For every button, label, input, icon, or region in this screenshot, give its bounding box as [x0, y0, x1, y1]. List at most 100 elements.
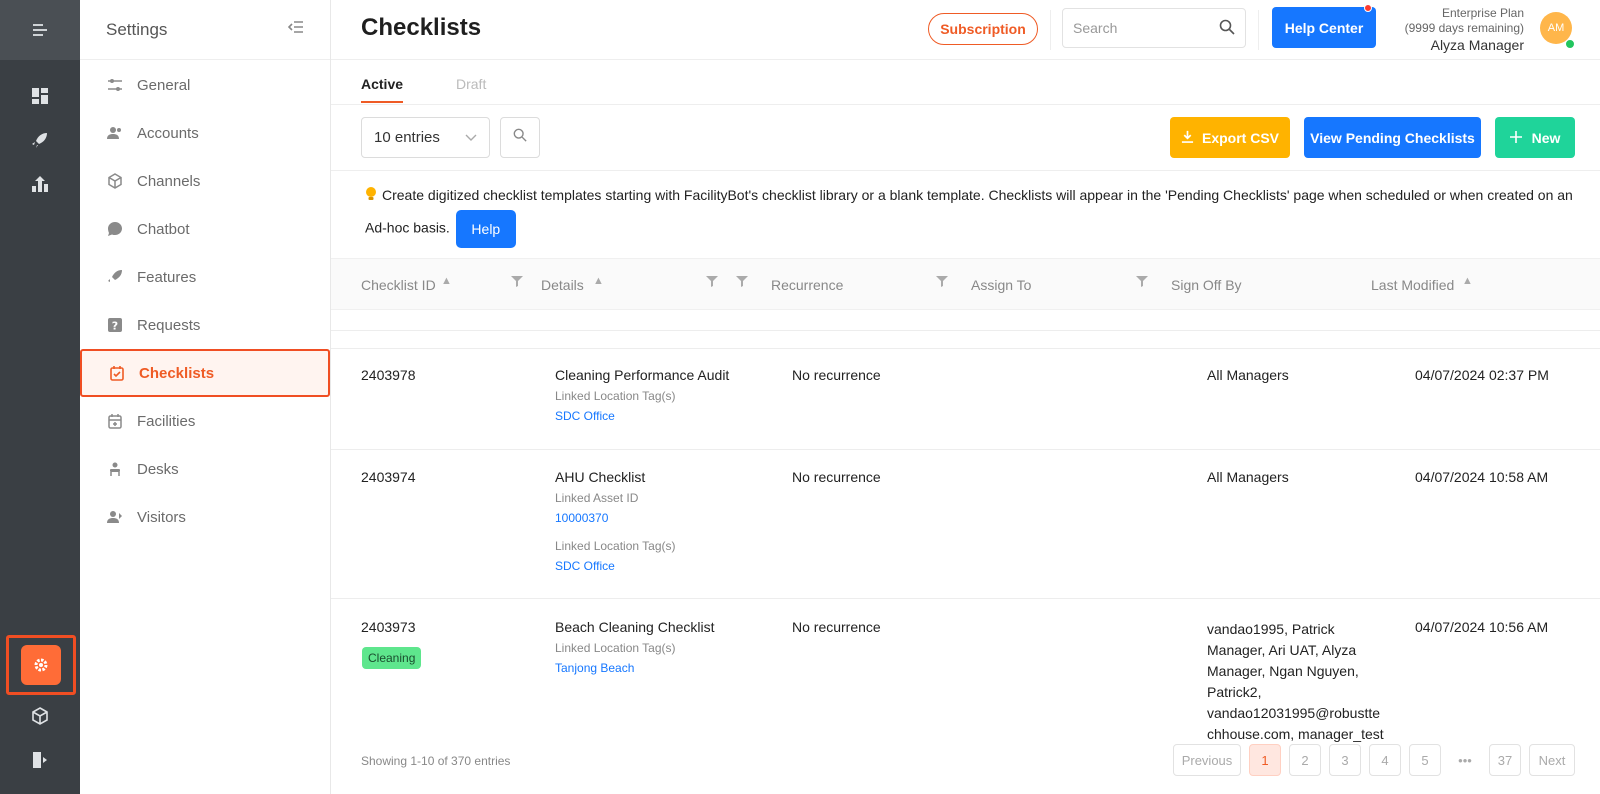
sort-icon[interactable]: ▲	[593, 275, 604, 287]
checklist-icon	[106, 364, 128, 382]
checklist-name[interactable]: Cleaning Performance Audit	[555, 367, 729, 383]
plus-icon	[1509, 130, 1522, 146]
last-modified: 04/07/2024 10:58 AM	[1415, 469, 1549, 485]
next-page-button[interactable]: Next	[1529, 744, 1575, 776]
linked-location-link[interactable]: SDC Office	[555, 409, 615, 423]
sidebar-item-label: Chatbot	[137, 220, 190, 238]
question-icon: ?	[104, 316, 126, 334]
page-2-button[interactable]: 2	[1289, 744, 1321, 776]
plan-name: Enterprise Plan	[1441, 6, 1524, 20]
sidebar-item-visitors[interactable]: Visitors	[80, 493, 331, 541]
tab-active[interactable]: Active	[361, 76, 404, 103]
sort-icon[interactable]: ▲	[441, 275, 452, 287]
sidebar-item-label: General	[137, 76, 191, 94]
cube-icon	[104, 172, 126, 190]
user-name[interactable]: Alyza Manager	[1405, 38, 1524, 53]
chat-icon	[104, 220, 126, 238]
sign-off-line: Manager, Ngan Nguyen,	[1207, 663, 1359, 679]
subscription-button[interactable]: Subscription	[928, 13, 1038, 45]
sign-off-line: Patrick2,	[1207, 684, 1262, 700]
view-pending-checklists-button[interactable]: View Pending Checklists	[1304, 117, 1481, 158]
search-input[interactable]: Search	[1062, 8, 1246, 48]
filter-icon[interactable]	[511, 275, 523, 290]
column-header-sign-off-by[interactable]: Sign Off By	[1171, 277, 1242, 293]
filter-icon[interactable]	[936, 275, 948, 290]
table-header: Checklist ID ▲ Details ▲ Recurrence Assi…	[331, 258, 1600, 310]
search-icon	[513, 128, 527, 147]
sidebar-item-label: Channels	[137, 172, 201, 190]
dashboard-icon[interactable]	[0, 74, 80, 118]
last-modified: 04/07/2024 02:37 PM	[1415, 367, 1549, 383]
sidebar-item-general[interactable]: General	[80, 61, 331, 109]
sign-off-line: chhouse.com, manager_test	[1207, 726, 1384, 742]
column-header-last-modified[interactable]: Last Modified	[1371, 277, 1454, 293]
help-center-button[interactable]: Help Center	[1272, 4, 1376, 48]
column-header-assign-to[interactable]: Assign To	[971, 277, 1031, 293]
box-icon[interactable]	[0, 694, 80, 738]
svg-text:?: ?	[112, 320, 118, 333]
sidebar-item-desks[interactable]: Desks	[80, 445, 331, 493]
filter-icon[interactable]	[1136, 275, 1148, 290]
linked-asset-label: Linked Asset ID	[555, 491, 639, 505]
linked-asset-link[interactable]: 10000370	[555, 511, 608, 525]
new-checklist-button[interactable]: New	[1495, 117, 1575, 158]
table-search-button[interactable]	[500, 117, 540, 158]
linked-location-link[interactable]: Tanjong Beach	[555, 661, 634, 675]
sidebar-item-accounts[interactable]: Accounts	[80, 109, 331, 157]
sidebar-item-facilities[interactable]: Facilities	[80, 397, 331, 445]
linked-location-link[interactable]: SDC Office	[555, 559, 615, 573]
sidebar-item-chatbot[interactable]: Chatbot	[80, 205, 331, 253]
sign-off-by: All Managers	[1207, 469, 1289, 485]
column-header-recurrence[interactable]: Recurrence	[771, 277, 843, 293]
sign-off-line: vandao1995, Patrick	[1207, 621, 1335, 637]
checklist-name[interactable]: Beach Cleaning Checklist	[555, 619, 715, 635]
analytics-icon[interactable]	[0, 162, 80, 206]
main-content: Checklists Subscription Search Help Cent…	[331, 0, 1600, 794]
row-divider	[331, 598, 1600, 599]
export-csv-button[interactable]: Export CSV	[1170, 117, 1290, 158]
page-title: Checklists	[361, 14, 482, 41]
tab-draft[interactable]: Draft	[456, 76, 486, 92]
export-csv-label: Export CSV	[1201, 129, 1279, 146]
sidebar-item-requests[interactable]: ? Requests	[80, 301, 331, 349]
checklist-name[interactable]: AHU Checklist	[555, 469, 645, 485]
row-divider	[331, 348, 1600, 349]
previous-page-button[interactable]: Previous	[1173, 744, 1241, 776]
sign-off-by: vandao1995, Patrick Manager, Ari UAT, Al…	[1207, 619, 1384, 745]
sidebar-item-checklists[interactable]: Checklists	[80, 349, 330, 397]
column-header-checklist-id[interactable]: Checklist ID	[361, 277, 436, 293]
page-4-button[interactable]: 4	[1369, 744, 1401, 776]
checklist-id: 2403978	[361, 367, 416, 383]
rocket-icon	[104, 268, 126, 286]
sidebar-item-label: Checklists	[139, 364, 215, 382]
new-label: New	[1531, 129, 1561, 146]
rocket-icon[interactable]	[0, 118, 80, 162]
page-3-button[interactable]: 3	[1329, 744, 1361, 776]
page-5-button[interactable]: 5	[1409, 744, 1441, 776]
logout-icon[interactable]	[0, 738, 80, 782]
sort-icon[interactable]: ▲	[1462, 275, 1473, 287]
settings-sidebar: Settings General Accounts Channels Chatb…	[80, 0, 331, 794]
filter-icon[interactable]	[736, 275, 748, 290]
visitor-icon	[104, 508, 126, 526]
sidebar-item-features[interactable]: Features	[80, 253, 331, 301]
search-placeholder: Search	[1073, 20, 1118, 36]
help-button[interactable]: Help	[455, 210, 516, 248]
entries-select[interactable]: 10 entries	[361, 117, 490, 158]
plan-remaining: (9999 days remaining)	[1404, 21, 1524, 35]
row-divider	[331, 330, 1600, 331]
column-header-details[interactable]: Details	[541, 277, 584, 293]
page-37-button[interactable]: 37	[1489, 744, 1521, 776]
page-1-button[interactable]: 1	[1249, 744, 1281, 776]
sign-off-line: vandao12031995@robustte	[1207, 705, 1381, 721]
notification-dot	[1364, 4, 1372, 12]
sidebar-item-channels[interactable]: Channels	[80, 157, 331, 205]
sign-off-line: Manager, Ari UAT, Alyza	[1207, 642, 1357, 658]
gear-icon[interactable]	[21, 645, 61, 685]
filter-icon[interactable]	[706, 275, 718, 290]
lightbulb-icon	[365, 187, 382, 203]
expand-menu-icon[interactable]	[0, 0, 80, 60]
pagination-ellipsis[interactable]: •••	[1449, 744, 1481, 776]
collapse-sidebar-icon[interactable]	[287, 20, 304, 39]
download-icon	[1181, 130, 1194, 146]
